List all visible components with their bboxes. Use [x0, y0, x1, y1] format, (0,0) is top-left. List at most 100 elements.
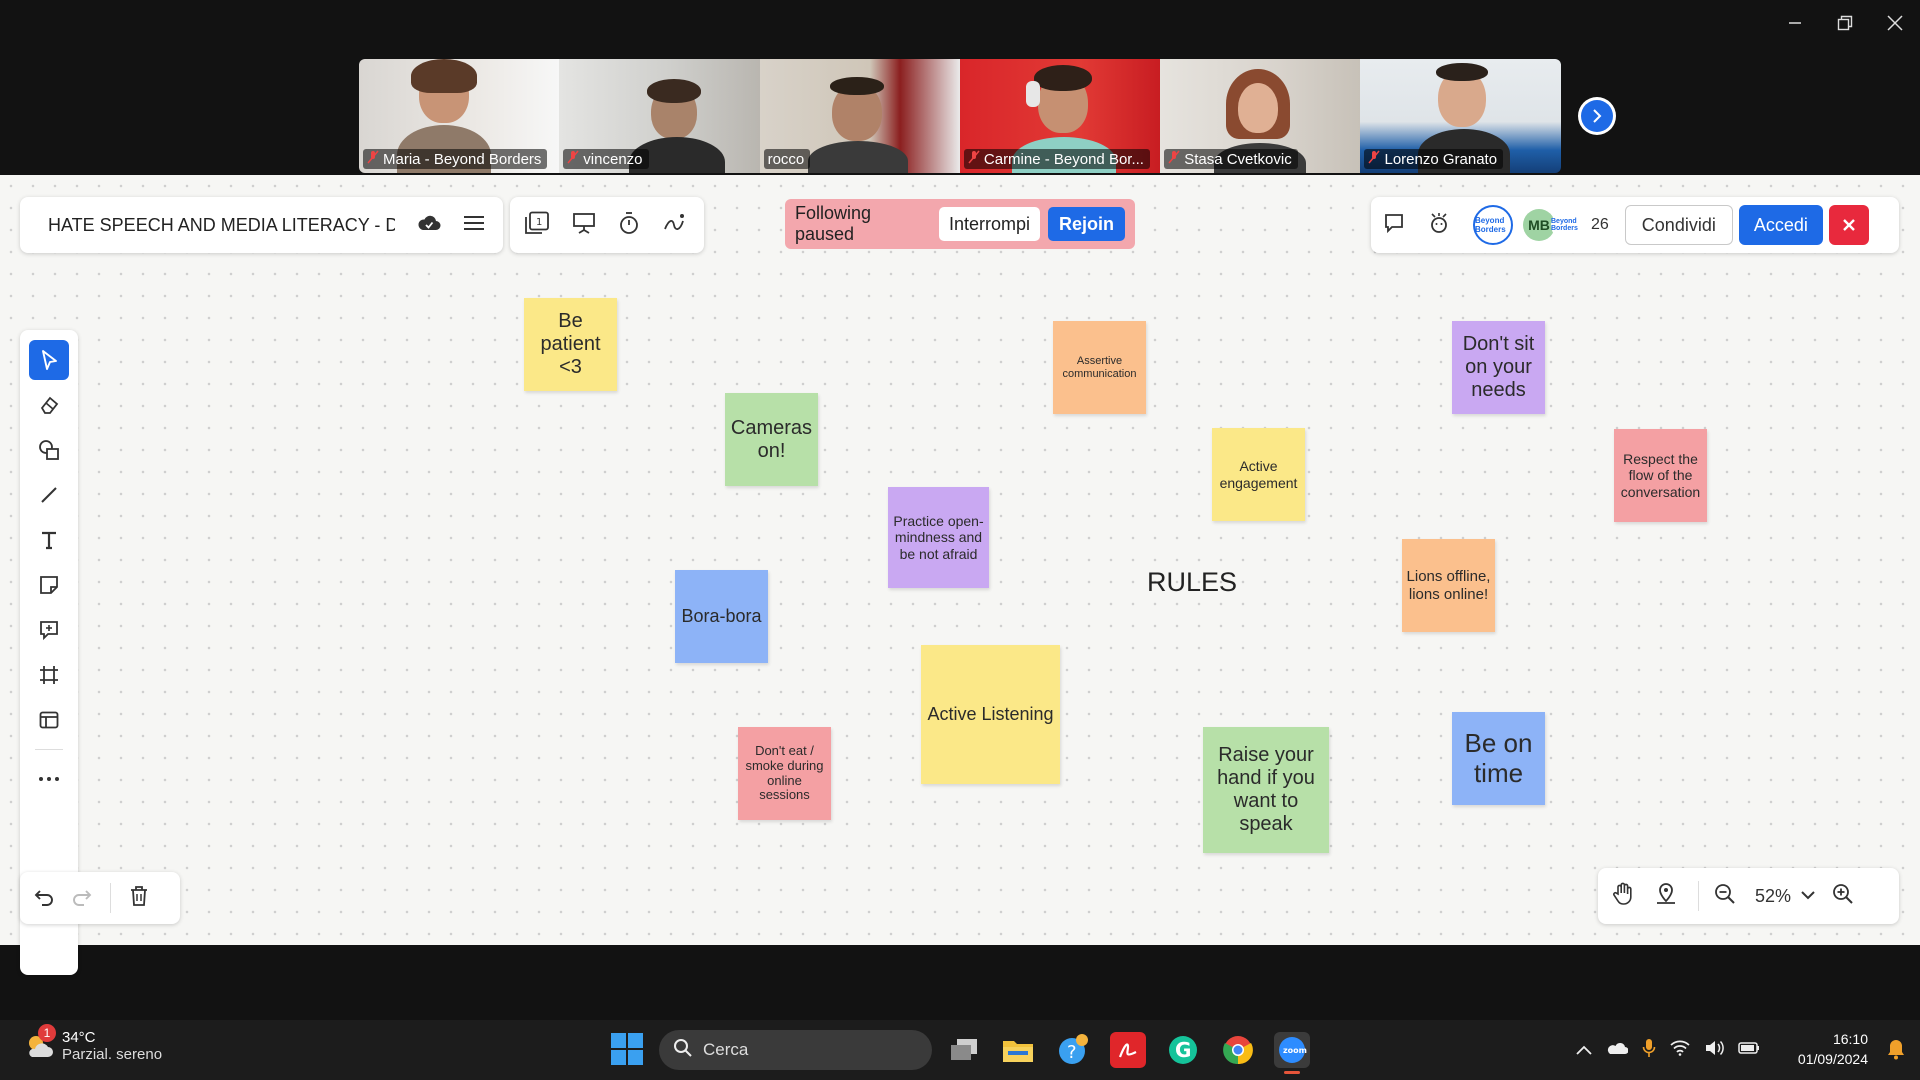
line-tool[interactable]	[29, 475, 69, 515]
close-whiteboard-button[interactable]	[1828, 205, 1869, 245]
participant-strip: Maria - Beyond Borders vincenzo rocco Ca…	[359, 59, 1561, 173]
pdf-reader-icon[interactable]	[1110, 1032, 1146, 1068]
weather-description: Parzial. sereno	[62, 1046, 163, 1063]
sticky-note-tool[interactable]	[29, 565, 69, 605]
sticky-note[interactable]: Assertive communication	[1053, 321, 1146, 414]
mic-muted-icon	[1168, 150, 1180, 168]
participant-tile[interactable]: Stasa Cvetkovic	[1160, 59, 1361, 173]
timer-icon[interactable]	[618, 211, 640, 240]
zoom-panel: 52%	[1598, 868, 1899, 924]
taskbar-search[interactable]: Cerca	[659, 1030, 932, 1070]
locate-icon[interactable]	[1654, 882, 1678, 911]
wifi-icon[interactable]	[1670, 1040, 1690, 1061]
following-status-bar: Following paused Interrompi Rejoin	[785, 199, 1135, 249]
zoom-out-icon[interactable]	[1713, 882, 1737, 911]
sticky-note[interactable]: Bora-bora	[675, 570, 768, 663]
stop-following-button[interactable]: Interrompi	[938, 207, 1040, 241]
mic-muted-icon	[1368, 150, 1381, 168]
participant-tile[interactable]: Carmine - Beyond Bor...	[959, 59, 1161, 173]
help-icon[interactable]: ?	[1055, 1032, 1091, 1068]
menu-icon[interactable]	[463, 214, 485, 237]
zoom-app-icon[interactable]: zoom	[1274, 1032, 1310, 1074]
participant-name: vincenzo	[563, 149, 649, 169]
volume-icon[interactable]	[1704, 1040, 1724, 1061]
template-tool[interactable]	[29, 700, 69, 740]
frame-tool[interactable]	[29, 655, 69, 695]
delete-icon[interactable]	[129, 885, 149, 912]
clock[interactable]: 16:10 01/09/2024	[1798, 1030, 1868, 1069]
hand-icon[interactable]	[1612, 882, 1634, 911]
comment-tool[interactable]	[29, 610, 69, 650]
participant-name: Stasa Cvetkovic	[1164, 149, 1298, 169]
redo-icon[interactable]	[72, 886, 92, 911]
presentation-icon[interactable]	[572, 211, 596, 240]
participant-name: Lorenzo Granato	[1364, 149, 1504, 169]
laser-pointer-icon[interactable]	[662, 211, 686, 240]
search-placeholder: Cerca	[703, 1040, 749, 1059]
weather-widget[interactable]: 1 34°C Parzial. sereno	[24, 1024, 163, 1063]
chrome-icon[interactable]	[1220, 1032, 1256, 1068]
pages-icon[interactable]: 1	[524, 211, 550, 240]
weather-temperature: 34°C	[62, 1029, 96, 1046]
share-button[interactable]: Condividi	[1624, 205, 1733, 245]
sign-in-button[interactable]: Accedi	[1738, 205, 1823, 245]
participant-tile[interactable]: vincenzo	[559, 59, 760, 173]
rejoin-button[interactable]: Rejoin	[1047, 207, 1125, 241]
participant-tile-active-speaker[interactable]: rocco	[759, 59, 960, 173]
participant-tile[interactable]: Maria - Beyond Borders	[359, 59, 560, 173]
zoom-level[interactable]: 52%	[1755, 886, 1791, 907]
onedrive-icon[interactable]	[1606, 1041, 1629, 1060]
sticky-note[interactable]: Lions offline, lions online!	[1402, 539, 1495, 632]
whiteboard-title[interactable]: HATE SPEECH AND MEDIA LITERACY - DA...	[48, 215, 395, 236]
undo-icon[interactable]	[34, 886, 54, 911]
following-user-avatar[interactable]: Beyond Borders	[1473, 205, 1513, 245]
collaborator-count[interactable]: 26	[1591, 216, 1609, 234]
microphone-icon[interactable]	[1642, 1038, 1656, 1063]
more-tools-button[interactable]	[29, 759, 69, 799]
avatar[interactable]: Beyond Borders	[1551, 209, 1583, 241]
sticky-note[interactable]: Raise your hand if you want to speak	[1203, 727, 1329, 853]
sticky-note[interactable]: Don't sit on your needs	[1452, 321, 1545, 414]
zoom-in-icon[interactable]	[1831, 882, 1855, 911]
participant-name: Carmine - Beyond Bor...	[963, 149, 1150, 169]
file-explorer-icon[interactable]	[1000, 1032, 1036, 1068]
participant-name: rocco	[763, 149, 811, 169]
line-icon	[41, 487, 57, 503]
chevron-right-icon	[1581, 100, 1613, 132]
close-window-icon[interactable]	[1884, 12, 1906, 34]
shapes-tool[interactable]	[29, 430, 69, 470]
participant-tile[interactable]: Lorenzo Granato	[1360, 59, 1561, 173]
svg-text:?: ?	[1067, 1042, 1077, 1063]
eraser-tool[interactable]	[29, 385, 69, 425]
select-tool[interactable]	[29, 340, 69, 380]
sticky-note[interactable]: Practice open-mindness and be not afraid	[888, 487, 989, 588]
chevron-down-icon[interactable]	[1801, 887, 1815, 905]
reactions-icon[interactable]	[1427, 212, 1451, 239]
chevron-up-icon[interactable]	[1576, 1042, 1592, 1060]
whiteboard-canvas[interactable]: HATE SPEECH AND MEDIA LITERACY - DA... 1…	[0, 175, 1920, 975]
sticky-note[interactable]: Respect the flow of the conversation	[1614, 429, 1707, 522]
restore-icon[interactable]	[1834, 12, 1856, 34]
rules-label[interactable]: RULES	[1147, 567, 1237, 598]
svg-text:G: G	[1175, 1038, 1191, 1062]
start-button[interactable]	[611, 1033, 643, 1065]
sticky-note[interactable]: Be patient <3	[524, 298, 617, 391]
text-icon	[42, 531, 56, 550]
comment-icon[interactable]	[1383, 212, 1405, 239]
svg-text:1: 1	[536, 217, 542, 228]
template-icon	[39, 711, 59, 729]
battery-icon[interactable]	[1738, 1041, 1760, 1060]
sticky-note[interactable]: Don't eat / smoke during online sessions	[738, 727, 831, 820]
grammarly-icon[interactable]: G	[1165, 1032, 1201, 1068]
cloud-sync-icon[interactable]	[417, 214, 441, 237]
sticky-note[interactable]: Be on time	[1452, 712, 1545, 805]
sticky-note[interactable]: Active Listening	[921, 645, 1060, 784]
sticky-note[interactable]: Active engagement	[1212, 428, 1305, 521]
notification-bell-icon[interactable]	[1886, 1038, 1906, 1065]
minimize-icon[interactable]	[1784, 12, 1806, 34]
text-tool[interactable]	[29, 520, 69, 560]
sticky-note[interactable]: Cameras on!	[725, 393, 818, 486]
task-view-icon[interactable]	[946, 1032, 982, 1068]
divider	[1698, 881, 1699, 911]
next-participants-button[interactable]	[1578, 97, 1616, 135]
